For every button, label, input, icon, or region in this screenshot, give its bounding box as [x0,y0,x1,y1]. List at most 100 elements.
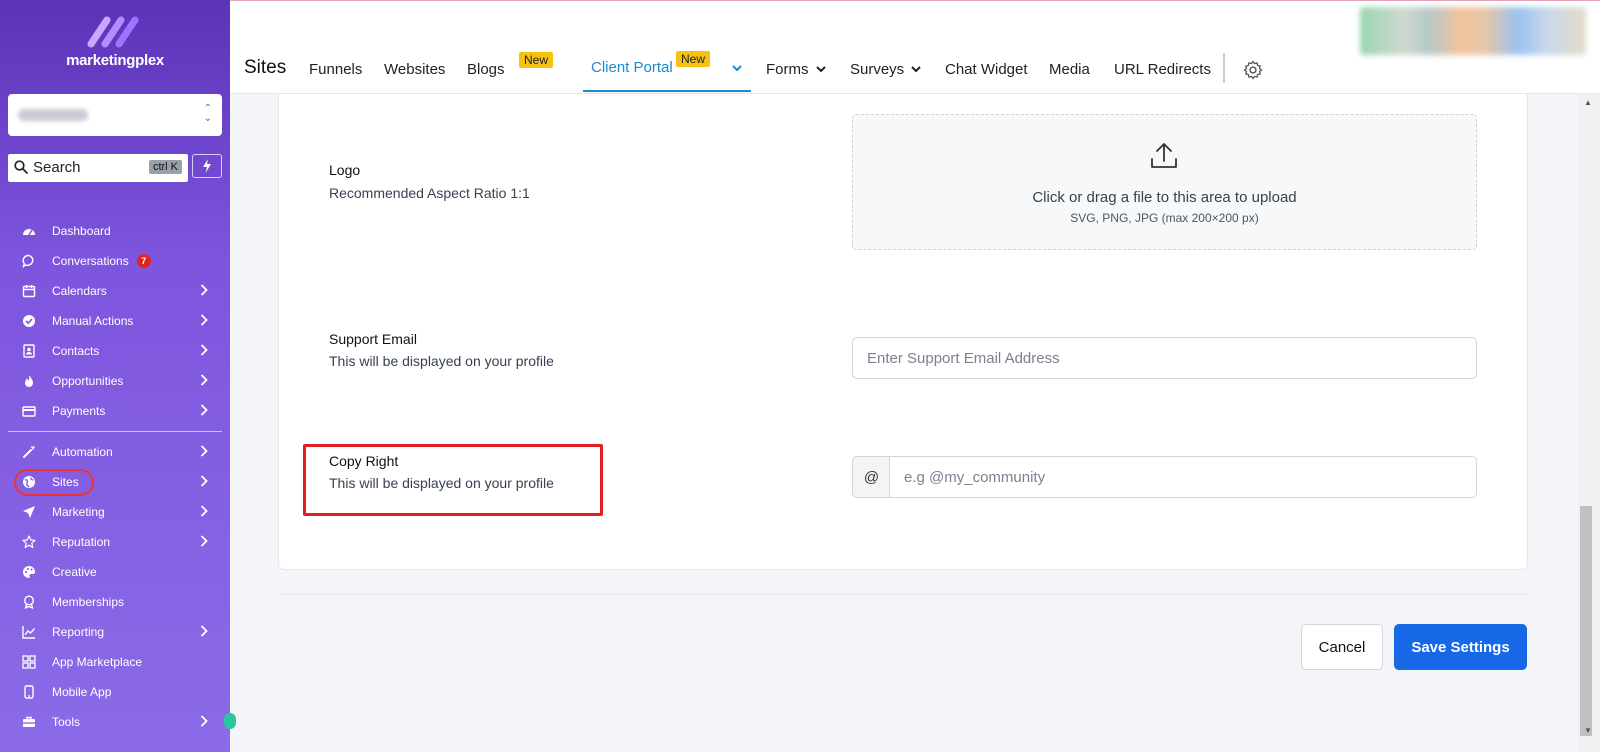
send-icon [22,505,36,519]
chat-icon [22,254,36,268]
sidebar-item-reputation[interactable]: Reputation [0,527,230,557]
chevron-right-icon [200,314,208,326]
chevron-right-icon [200,404,208,416]
sidebar-item-label: Payments [52,404,106,418]
account-name-blurred [18,109,88,121]
sidebar-item-tools[interactable]: Tools [0,707,230,737]
copyright-input[interactable] [890,457,1476,497]
copyright-at-prefix: @ [852,456,890,498]
sidebar-item-label: Manual Actions [52,314,134,328]
chevron-down-icon[interactable] [911,66,921,73]
tab-forms[interactable]: Forms [766,61,809,78]
help-widget-handle[interactable] [224,713,236,729]
brand-logo-icon [87,16,139,48]
sidebar-item-opportunities[interactable]: Opportunities [0,366,230,396]
user-avatars-blurred[interactable] [1360,7,1586,55]
sidebar-item-label: Dashboard [52,224,111,238]
tab-media[interactable]: Media [1049,61,1090,78]
logo-label: Logo [329,162,361,178]
copyright-field-wrapper [889,456,1477,498]
chevron-down-icon[interactable] [816,66,826,73]
chevron-right-icon [200,715,208,727]
sidebar-item-label: Tools [52,715,81,729]
sidebar-item-payments[interactable]: Payments [0,396,230,426]
sidebar-item-automation[interactable]: Automation [0,437,230,467]
sidebar-item-contacts[interactable]: Contacts [0,336,230,366]
gear-icon[interactable] [1242,59,1264,81]
search-shortcut: ctrl K [148,160,182,174]
support-email-input[interactable] [853,338,1476,378]
sidebar-item-label: Reporting [52,625,105,639]
tab-chat-widget[interactable]: Chat Widget [945,61,1028,78]
sidebar-item-calendars[interactable]: Calendars [0,276,230,306]
client-portal-new-badge: New [676,51,711,67]
tab-funnels[interactable]: Funnels [309,61,362,78]
toolbox-icon [22,715,36,729]
chevron-right-icon [200,505,208,517]
brand-logo[interactable]: marketingplex [0,14,230,69]
tab-url-redirects[interactable]: URL Redirects [1114,61,1211,78]
account-switcher[interactable]: ⌃ ⌄ [8,94,222,136]
lightning-icon [203,159,211,173]
sidebar-item-label: Reputation [52,535,111,549]
sidebar-item-app-marketplace[interactable]: App Marketplace [0,647,230,677]
sidebar: marketingplex ⌃ ⌄ Search ctrl K Dashboard… [0,0,236,752]
sidebar-item-label: Automation [52,445,113,459]
upload-instruction: Click or drag a file to this area to upl… [1032,189,1297,206]
sidebar-item-label: Calendars [52,284,107,298]
upload-icon [1151,143,1177,168]
app-root: marketingplex ⌃ ⌄ Search ctrl K Dashboard… [0,0,1600,752]
scrollbar-thumb[interactable] [1580,506,1592,736]
scroll-down-arrow-icon[interactable]: ▼ [1584,726,1592,735]
search-icon [14,160,28,174]
logo-description: Recommended Aspect Ratio 1:1 [329,185,530,201]
save-settings-button[interactable]: Save Settings [1394,624,1527,670]
chevron-right-icon [200,445,208,457]
tab-websites[interactable]: Websites [384,61,445,78]
sidebar-item-label: Memberships [52,595,125,609]
support-email-field-wrapper [852,337,1477,379]
sidebar-item-mobile-app[interactable]: Mobile App [0,677,230,707]
sidebar-item-label: Opportunities [52,374,124,388]
upload-file-types: SVG, PNG, JPG (max 200×200 px) [1070,211,1259,225]
quick-actions-button[interactable] [192,154,222,178]
nav-divider [8,431,222,432]
cancel-button[interactable]: Cancel [1301,624,1383,670]
sidebar-item-manual-actions[interactable]: Manual Actions [0,306,230,336]
sidebar-item-creative[interactable]: Creative [0,557,230,587]
footer-divider [278,594,1528,595]
support-email-description: This will be displayed on your profile [329,353,554,369]
sidebar-item-conversations[interactable]: Conversations 7 [0,246,230,276]
chevron-right-icon [200,344,208,356]
sidebar-item-dashboard[interactable]: Dashboard [0,216,230,246]
sidebar-item-label: Contacts [52,344,100,358]
grid-icon [22,655,36,669]
page-scrollbar[interactable]: ▲ ▼ [1578,94,1600,752]
sidebar-item-marketing[interactable]: Marketing [0,497,230,527]
sidebar-item-label: Conversations [52,254,129,268]
chevron-right-icon [200,475,208,487]
sidebar-item-label: App Marketplace [52,655,143,669]
active-tab-indicator [583,90,751,92]
flame-icon [22,374,36,388]
chevron-right-icon [200,625,208,637]
scroll-up-arrow-icon[interactable]: ▲ [1584,98,1592,107]
magic-wand-icon [22,445,36,459]
tab-blogs[interactable]: Blogs [467,61,505,78]
support-email-label: Support Email [329,331,417,347]
page-title: Sites [244,57,287,78]
sidebar-search[interactable]: Search ctrl K [8,154,188,182]
tab-client-portal[interactable]: Client Portal [591,59,673,76]
sidebar-item-label: Marketing [52,505,105,519]
star-icon [22,535,36,549]
sidebar-item-sites[interactable]: Sites [0,467,230,497]
blogs-new-badge: New [519,52,554,68]
sidebar-item-memberships[interactable]: Memberships [0,587,230,617]
sidebar-item-reporting[interactable]: Reporting [0,617,230,647]
tab-surveys[interactable]: Surveys [850,61,904,78]
logo-upload-dropzone[interactable]: Click or drag a file to this area to upl… [852,114,1477,250]
award-icon [22,595,36,609]
chevron-down-icon[interactable] [732,65,742,72]
unread-count-badge: 7 [136,254,151,268]
chevron-right-icon [200,284,208,296]
